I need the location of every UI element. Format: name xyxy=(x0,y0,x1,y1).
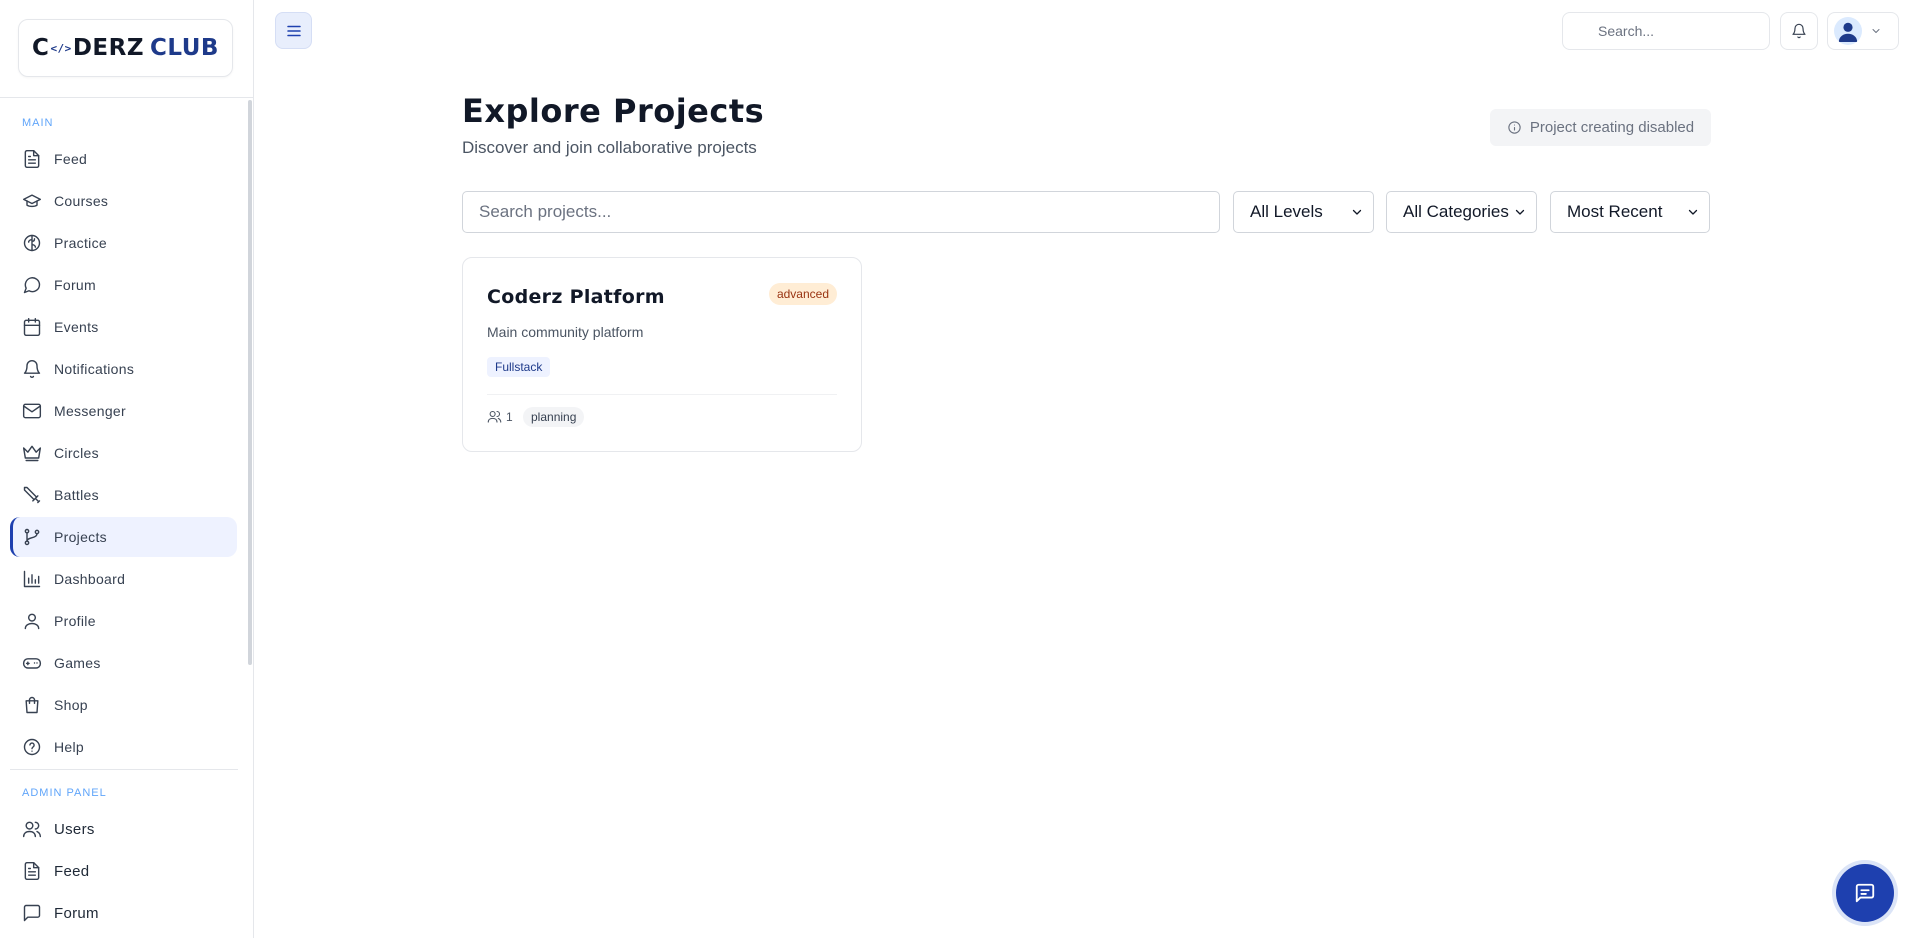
admin-item-label: Forum xyxy=(54,904,99,922)
sidebar: C</>DERZ CLUB MAIN Feed Courses Practice … xyxy=(0,0,254,938)
bar-chart-icon xyxy=(23,570,41,588)
member-count-value: 1 xyxy=(506,409,513,424)
sidebar-item-label: Notifications xyxy=(54,361,135,377)
level-filter-select[interactable]: All Levels xyxy=(1233,191,1374,233)
sidebar-item-label: Practice xyxy=(54,235,107,251)
chevron-down-icon xyxy=(1872,29,1880,33)
git-branch-icon xyxy=(24,528,40,546)
page-title: Explore Projects xyxy=(462,92,765,130)
mail-icon xyxy=(22,403,42,419)
project-creating-disabled-notice: Project creating disabled xyxy=(1490,109,1711,146)
sidebar-item-label: Games xyxy=(54,655,101,671)
notice-text: Project creating disabled xyxy=(1529,119,1695,136)
file-text-icon xyxy=(24,861,40,881)
users-icon xyxy=(22,821,42,838)
chevron-down-icon xyxy=(1352,209,1362,215)
sidebar-item-projects[interactable]: Projects xyxy=(10,517,237,557)
admin-item-label: Users xyxy=(54,820,95,838)
user-avatar-icon xyxy=(1838,22,1858,42)
gamepad-icon xyxy=(22,658,42,669)
sidebar-item-shop[interactable]: Shop xyxy=(10,685,237,725)
menu-icon xyxy=(286,25,301,36)
avatar xyxy=(1834,17,1862,45)
global-search-input[interactable] xyxy=(1562,12,1770,50)
sidebar-divider xyxy=(10,769,238,770)
bell-icon xyxy=(23,360,41,379)
notifications-button[interactable] xyxy=(1780,12,1818,50)
sidebar-item-dashboard[interactable]: Dashboard xyxy=(10,559,237,599)
menu-toggle-button[interactable] xyxy=(275,12,312,49)
sidebar-item-label: Projects xyxy=(54,529,107,545)
project-description: Main community platform xyxy=(487,324,644,340)
project-search-input[interactable] xyxy=(462,191,1220,233)
sidebar-item-label: Dashboard xyxy=(54,571,126,587)
sidebar-item-notifications[interactable]: Notifications xyxy=(10,349,237,389)
category-filter-select[interactable]: All Categories xyxy=(1386,191,1537,233)
sidebar-item-label: Profile xyxy=(54,613,96,629)
level-filter-value: All Levels xyxy=(1250,202,1323,221)
sidebar-divider xyxy=(0,97,253,98)
graduation-cap-icon xyxy=(22,194,42,208)
sidebar-item-label: Courses xyxy=(54,193,109,209)
sidebar-item-courses[interactable]: Courses xyxy=(10,181,237,221)
sidebar-item-label: Shop xyxy=(54,697,88,713)
sidebar-item-profile[interactable]: Profile xyxy=(10,601,237,641)
calendar-icon xyxy=(23,317,41,337)
users-icon xyxy=(487,410,502,423)
sidebar-item-label: Messenger xyxy=(54,403,126,419)
message-circle-icon xyxy=(23,277,41,294)
logo-text: C</>DERZ CLUB xyxy=(32,35,219,61)
info-icon xyxy=(1508,121,1521,134)
sword-icon xyxy=(23,486,41,504)
logo[interactable]: C</>DERZ CLUB xyxy=(18,19,233,77)
sidebar-item-label: Forum xyxy=(54,277,96,293)
admin-item-feed[interactable]: Feed xyxy=(10,851,237,891)
crown-icon xyxy=(22,445,42,462)
shopping-bag-icon xyxy=(25,696,39,714)
page-subtitle: Discover and join collaborative projects xyxy=(462,138,757,157)
sidebar-scrollbar[interactable] xyxy=(248,100,252,665)
user-menu-button[interactable] xyxy=(1827,12,1899,50)
admin-item-forum[interactable]: Forum xyxy=(10,893,237,933)
sort-value: Most Recent xyxy=(1567,202,1663,221)
chat-icon xyxy=(1855,883,1875,903)
file-text-icon xyxy=(24,149,40,169)
sidebar-item-label: Battles xyxy=(54,487,99,503)
admin-item-users[interactable]: Users xyxy=(10,809,237,849)
chat-support-button[interactable] xyxy=(1836,864,1894,922)
sidebar-item-practice[interactable]: Practice xyxy=(10,223,237,263)
status-badge: planning xyxy=(523,407,585,427)
sidebar-item-events[interactable]: Events xyxy=(10,307,237,347)
message-square-icon xyxy=(23,904,41,922)
sort-select[interactable]: Most Recent xyxy=(1550,191,1710,233)
project-card[interactable]: Coderz Platform advanced Main community … xyxy=(462,257,862,452)
sidebar-item-help[interactable]: Help xyxy=(10,727,237,767)
sidebar-item-games[interactable]: Games xyxy=(10,643,237,683)
project-title: Coderz Platform xyxy=(487,286,665,308)
level-badge: advanced xyxy=(768,283,837,305)
admin-item-label: Feed xyxy=(54,862,90,880)
sidebar-item-forum[interactable]: Forum xyxy=(10,265,237,305)
sidebar-item-label: Help xyxy=(54,739,84,755)
category-tag: Fullstack xyxy=(487,357,551,377)
section-label-main: MAIN xyxy=(22,117,54,129)
user-icon xyxy=(24,613,40,630)
chevron-down-icon xyxy=(1515,209,1525,215)
member-count: 1 xyxy=(487,409,513,424)
sidebar-item-label: Circles xyxy=(54,445,99,461)
sidebar-item-battles[interactable]: Battles xyxy=(10,475,237,515)
chevron-down-icon xyxy=(1688,209,1698,215)
code-brackets-icon: </> xyxy=(50,42,72,55)
category-filter-value: All Categories xyxy=(1403,202,1509,221)
sidebar-item-circles[interactable]: Circles xyxy=(10,433,237,473)
bell-icon xyxy=(1792,23,1806,39)
sidebar-item-messenger[interactable]: Messenger xyxy=(10,391,237,431)
card-divider xyxy=(487,394,837,395)
sidebar-item-feed[interactable]: Feed xyxy=(10,139,237,179)
sidebar-item-label: Feed xyxy=(54,151,88,167)
sidebar-item-label: Events xyxy=(54,319,99,335)
help-circle-icon xyxy=(23,738,41,756)
section-label-admin: ADMIN PANEL xyxy=(22,787,107,799)
brain-icon xyxy=(23,234,41,252)
